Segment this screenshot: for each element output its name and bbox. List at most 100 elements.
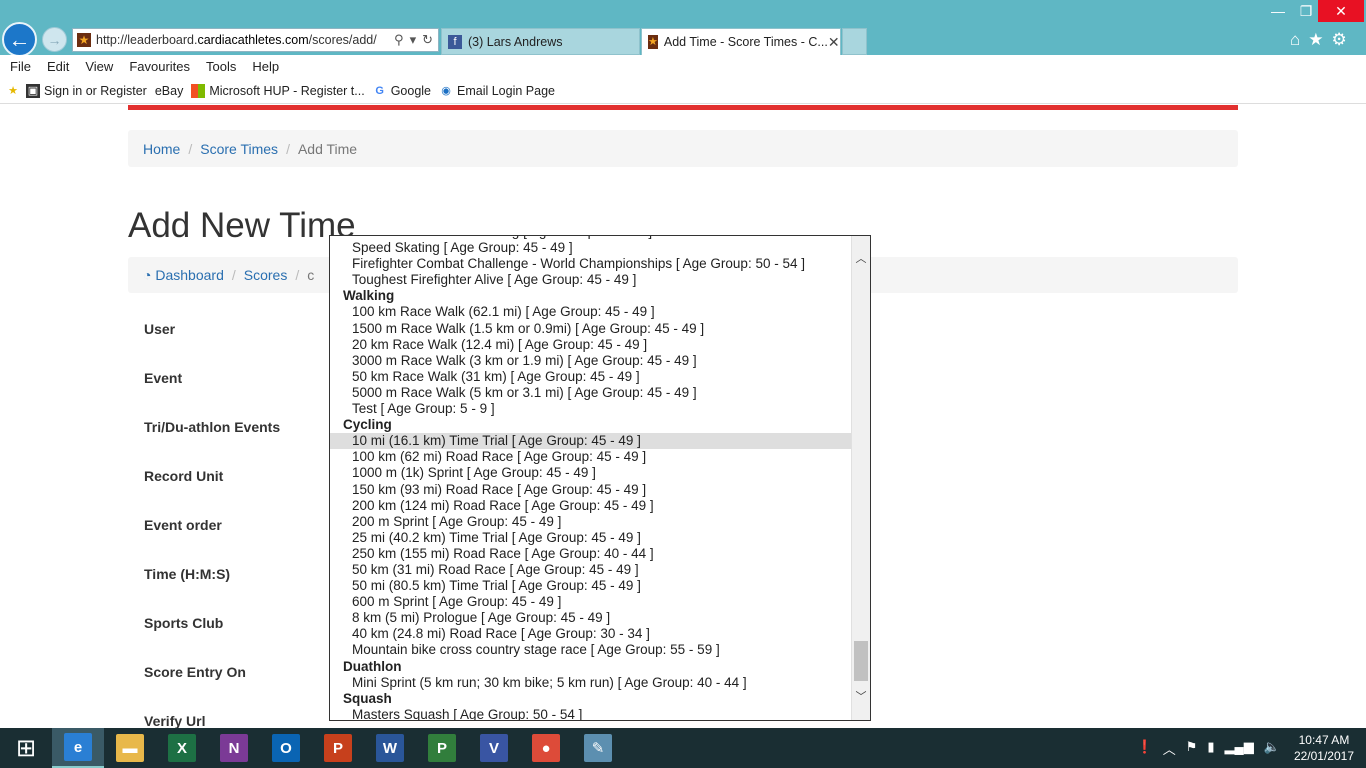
search-icon[interactable]: ⚲ bbox=[394, 32, 404, 48]
scroll-up-icon[interactable]: ︿ bbox=[852, 250, 870, 266]
breadcrumb-scores[interactable]: Scores bbox=[244, 267, 288, 283]
start-button[interactable]: ⊞ bbox=[0, 728, 52, 768]
outlook-app[interactable]: O bbox=[260, 728, 312, 768]
label-time: Time (H:M:S) bbox=[144, 566, 231, 582]
word-app[interactable]: W bbox=[364, 728, 416, 768]
dropdown-option[interactable]: 3000 m Race Walk (3 km or 1.9 mi) [ Age … bbox=[330, 353, 852, 369]
menu-help[interactable]: Help bbox=[252, 59, 279, 74]
favorites-bar: ★ ▣ Sign in or Register eBay Microsoft HU… bbox=[0, 78, 1366, 104]
chrome-app[interactable]: ● bbox=[520, 728, 572, 768]
site-favicon-icon: ★ bbox=[77, 33, 91, 47]
scroll-down-icon[interactable]: ﹀ bbox=[852, 688, 870, 704]
dropdown-option[interactable]: 40 km (24.8 mi) Road Race [ Age Group: 3… bbox=[330, 626, 852, 642]
fav-google[interactable]: G Google bbox=[373, 84, 431, 98]
new-tab-button[interactable] bbox=[842, 28, 867, 55]
file-explorer-app[interactable]: ▬ bbox=[104, 728, 156, 768]
fav-sign-in[interactable]: ▣ Sign in or Register bbox=[26, 83, 147, 98]
dropdown-scrollbar[interactable]: ︿ ﹀ bbox=[851, 236, 870, 720]
scrollbar-thumb[interactable] bbox=[854, 641, 868, 681]
excel-app[interactable]: X bbox=[156, 728, 208, 768]
tab-facebook[interactable]: f (3) Lars Andrews bbox=[441, 28, 640, 55]
refresh-icon[interactable]: ↻ bbox=[422, 32, 433, 48]
dropdown-option[interactable]: 600 m Sprint [ Age Group: 45 - 49 ] bbox=[330, 594, 852, 610]
visio-app[interactable]: V bbox=[468, 728, 520, 768]
dropdown-option[interactable]: 50 km Race Walk (31 km) [ Age Group: 45 … bbox=[330, 369, 852, 385]
settings-gear-icon[interactable]: ⚙ bbox=[1332, 30, 1347, 50]
label-score-entry-on: Score Entry On bbox=[144, 664, 246, 680]
menu-file[interactable]: File bbox=[10, 59, 31, 74]
dropdown-option[interactable]: Toughest Firefighter Alive [ Age Group: … bbox=[330, 272, 852, 288]
dropdown-option[interactable]: Test [ Age Group: 5 - 9 ] bbox=[330, 401, 852, 417]
onenote-icon: N bbox=[220, 734, 248, 762]
home-icon[interactable]: ⌂ bbox=[1290, 30, 1300, 50]
dropdown-option-highlighted[interactable]: 10 mi (16.1 km) Time Trial [ Age Group: … bbox=[330, 433, 852, 450]
label-verify-url: Verify Url bbox=[144, 713, 206, 729]
address-url[interactable]: http://leaderboard.cardiacathletes.com/s… bbox=[96, 33, 394, 47]
menu-view[interactable]: View bbox=[85, 59, 113, 74]
close-window-button[interactable]: ✕ bbox=[1318, 0, 1364, 22]
dropdown-option[interactable]: 20 km Race Walk (12.4 mi) [ Age Group: 4… bbox=[330, 337, 852, 353]
breadcrumb-score-times[interactable]: Score Times bbox=[200, 141, 278, 157]
clock-time: 10:47 AM bbox=[1298, 733, 1350, 747]
dropdown-option[interactable]: Mini Sprint (5 km run; 30 km bike; 5 km … bbox=[330, 675, 852, 691]
address-bar[interactable]: ★ http://leaderboard.cardiacathletes.com… bbox=[72, 28, 439, 52]
back-button[interactable]: ← bbox=[2, 22, 37, 57]
dropdown-option[interactable]: 5000 m Race Walk (5 km or 3.1 mi) [ Age … bbox=[330, 385, 852, 401]
dropdown-option[interactable]: 100 km Race Walk (62.1 mi) [ Age Group: … bbox=[330, 304, 852, 320]
fav-email-login[interactable]: ◉ Email Login Page bbox=[439, 84, 555, 98]
minimize-button[interactable]: — bbox=[1264, 0, 1292, 22]
dropdown-option[interactable]: 200 m Sprint [ Age Group: 45 - 49 ] bbox=[330, 514, 852, 530]
tab-add-time[interactable]: ★ Add Time - Score Times - C... ✕ bbox=[641, 28, 841, 55]
dropdown-option[interactable]: 8 km (5 mi) Prologue [ Age Group: 45 - 4… bbox=[330, 610, 852, 626]
volume-icon[interactable]: 🔈 bbox=[1264, 739, 1280, 758]
forward-button[interactable]: → bbox=[42, 27, 67, 52]
dropdown-option[interactable]: 1500 m Race Walk (1.5 km or 0.9mi) [ Age… bbox=[330, 321, 852, 337]
menu-favourites[interactable]: Favourites bbox=[129, 59, 190, 74]
fav-ebay[interactable]: eBay bbox=[155, 84, 184, 98]
dropdown-option[interactable]: Firefighter Combat Challenge - World Cha… bbox=[330, 256, 852, 272]
ie-app[interactable]: e bbox=[52, 728, 104, 768]
dropdown-option[interactable]: 200 km (124 mi) Road Race [ Age Group: 4… bbox=[330, 498, 852, 514]
breadcrumb-current: c bbox=[307, 267, 315, 283]
word-icon: W bbox=[376, 734, 404, 762]
breadcrumb-dashboard[interactable]: ◔ Dashboard bbox=[143, 267, 224, 283]
notification-icon[interactable]: ❗ bbox=[1137, 739, 1153, 758]
breadcrumb-home[interactable]: Home bbox=[143, 141, 180, 157]
powerpoint-icon: P bbox=[324, 734, 352, 762]
project-app[interactable]: P bbox=[416, 728, 468, 768]
flag-icon[interactable]: ⚑ bbox=[1186, 739, 1198, 758]
dropdown-option[interactable]: 100 km (62 mi) Road Race [ Age Group: 45… bbox=[330, 449, 852, 465]
clock[interactable]: 10:47 AM 22/01/2017 bbox=[1294, 732, 1354, 764]
page-title: Add New Time bbox=[128, 206, 356, 245]
menu-tools[interactable]: Tools bbox=[206, 59, 236, 74]
event-select-dropdown[interactable]: Million Metre Indoor Rowing [ Age Group:… bbox=[329, 235, 871, 721]
microsoft-icon bbox=[191, 83, 206, 98]
ie-icon: e bbox=[64, 733, 92, 761]
dropdown-option[interactable]: 50 mi (80.5 km) Time Trial [ Age Group: … bbox=[330, 578, 852, 594]
fav-microsoft-hup[interactable]: Microsoft HUP - Register t... bbox=[191, 83, 365, 98]
powerpoint-app[interactable]: P bbox=[312, 728, 364, 768]
add-favorite-icon[interactable]: ★ bbox=[6, 84, 24, 98]
dropdown-arrow-icon[interactable]: ▾ bbox=[410, 32, 417, 48]
dropdown-option[interactable]: Speed Skating [ Age Group: 45 - 49 ] bbox=[330, 240, 852, 256]
power-icon[interactable]: ▮ bbox=[1207, 739, 1214, 758]
system-tray: ❗ ︿ ⚑ ▮ ▂▄▆ 🔈 10:47 AM 22/01/2017 bbox=[1137, 728, 1366, 768]
restore-button[interactable]: ❐ bbox=[1292, 0, 1320, 22]
dropdown-option[interactable]: 50 km (31 mi) Road Race [ Age Group: 45 … bbox=[330, 562, 852, 578]
dropdown-option[interactable]: Masters Squash [ Age Group: 50 - 54 ] bbox=[330, 707, 852, 720]
onenote-app[interactable]: N bbox=[208, 728, 260, 768]
label-tri-duathlon-events: Tri/Du-athlon Events bbox=[144, 419, 281, 435]
label-event: Event bbox=[144, 370, 183, 386]
show-hidden-icons[interactable]: ︿ bbox=[1163, 739, 1176, 758]
dropdown-option[interactable]: 250 km (155 mi) Road Race [ Age Group: 4… bbox=[330, 546, 852, 562]
dropdown-option-list: Million Metre Indoor Rowing [ Age Group:… bbox=[330, 236, 852, 720]
network-icon[interactable]: ▂▄▆ bbox=[1225, 739, 1254, 758]
dropdown-option[interactable]: 1000 m (1k) Sprint [ Age Group: 45 - 49 … bbox=[330, 465, 852, 481]
dropdown-option[interactable]: Mountain bike cross country stage race [… bbox=[330, 642, 852, 658]
close-tab-icon[interactable]: ✕ bbox=[828, 34, 840, 51]
dropdown-option[interactable]: 150 km (93 mi) Road Race [ Age Group: 45… bbox=[330, 482, 852, 498]
menu-edit[interactable]: Edit bbox=[47, 59, 69, 74]
favorites-star-icon[interactable]: ★ bbox=[1308, 30, 1323, 50]
dropdown-option[interactable]: 25 mi (40.2 km) Time Trial [ Age Group: … bbox=[330, 530, 852, 546]
paint-app[interactable]: ✎ bbox=[572, 728, 624, 768]
